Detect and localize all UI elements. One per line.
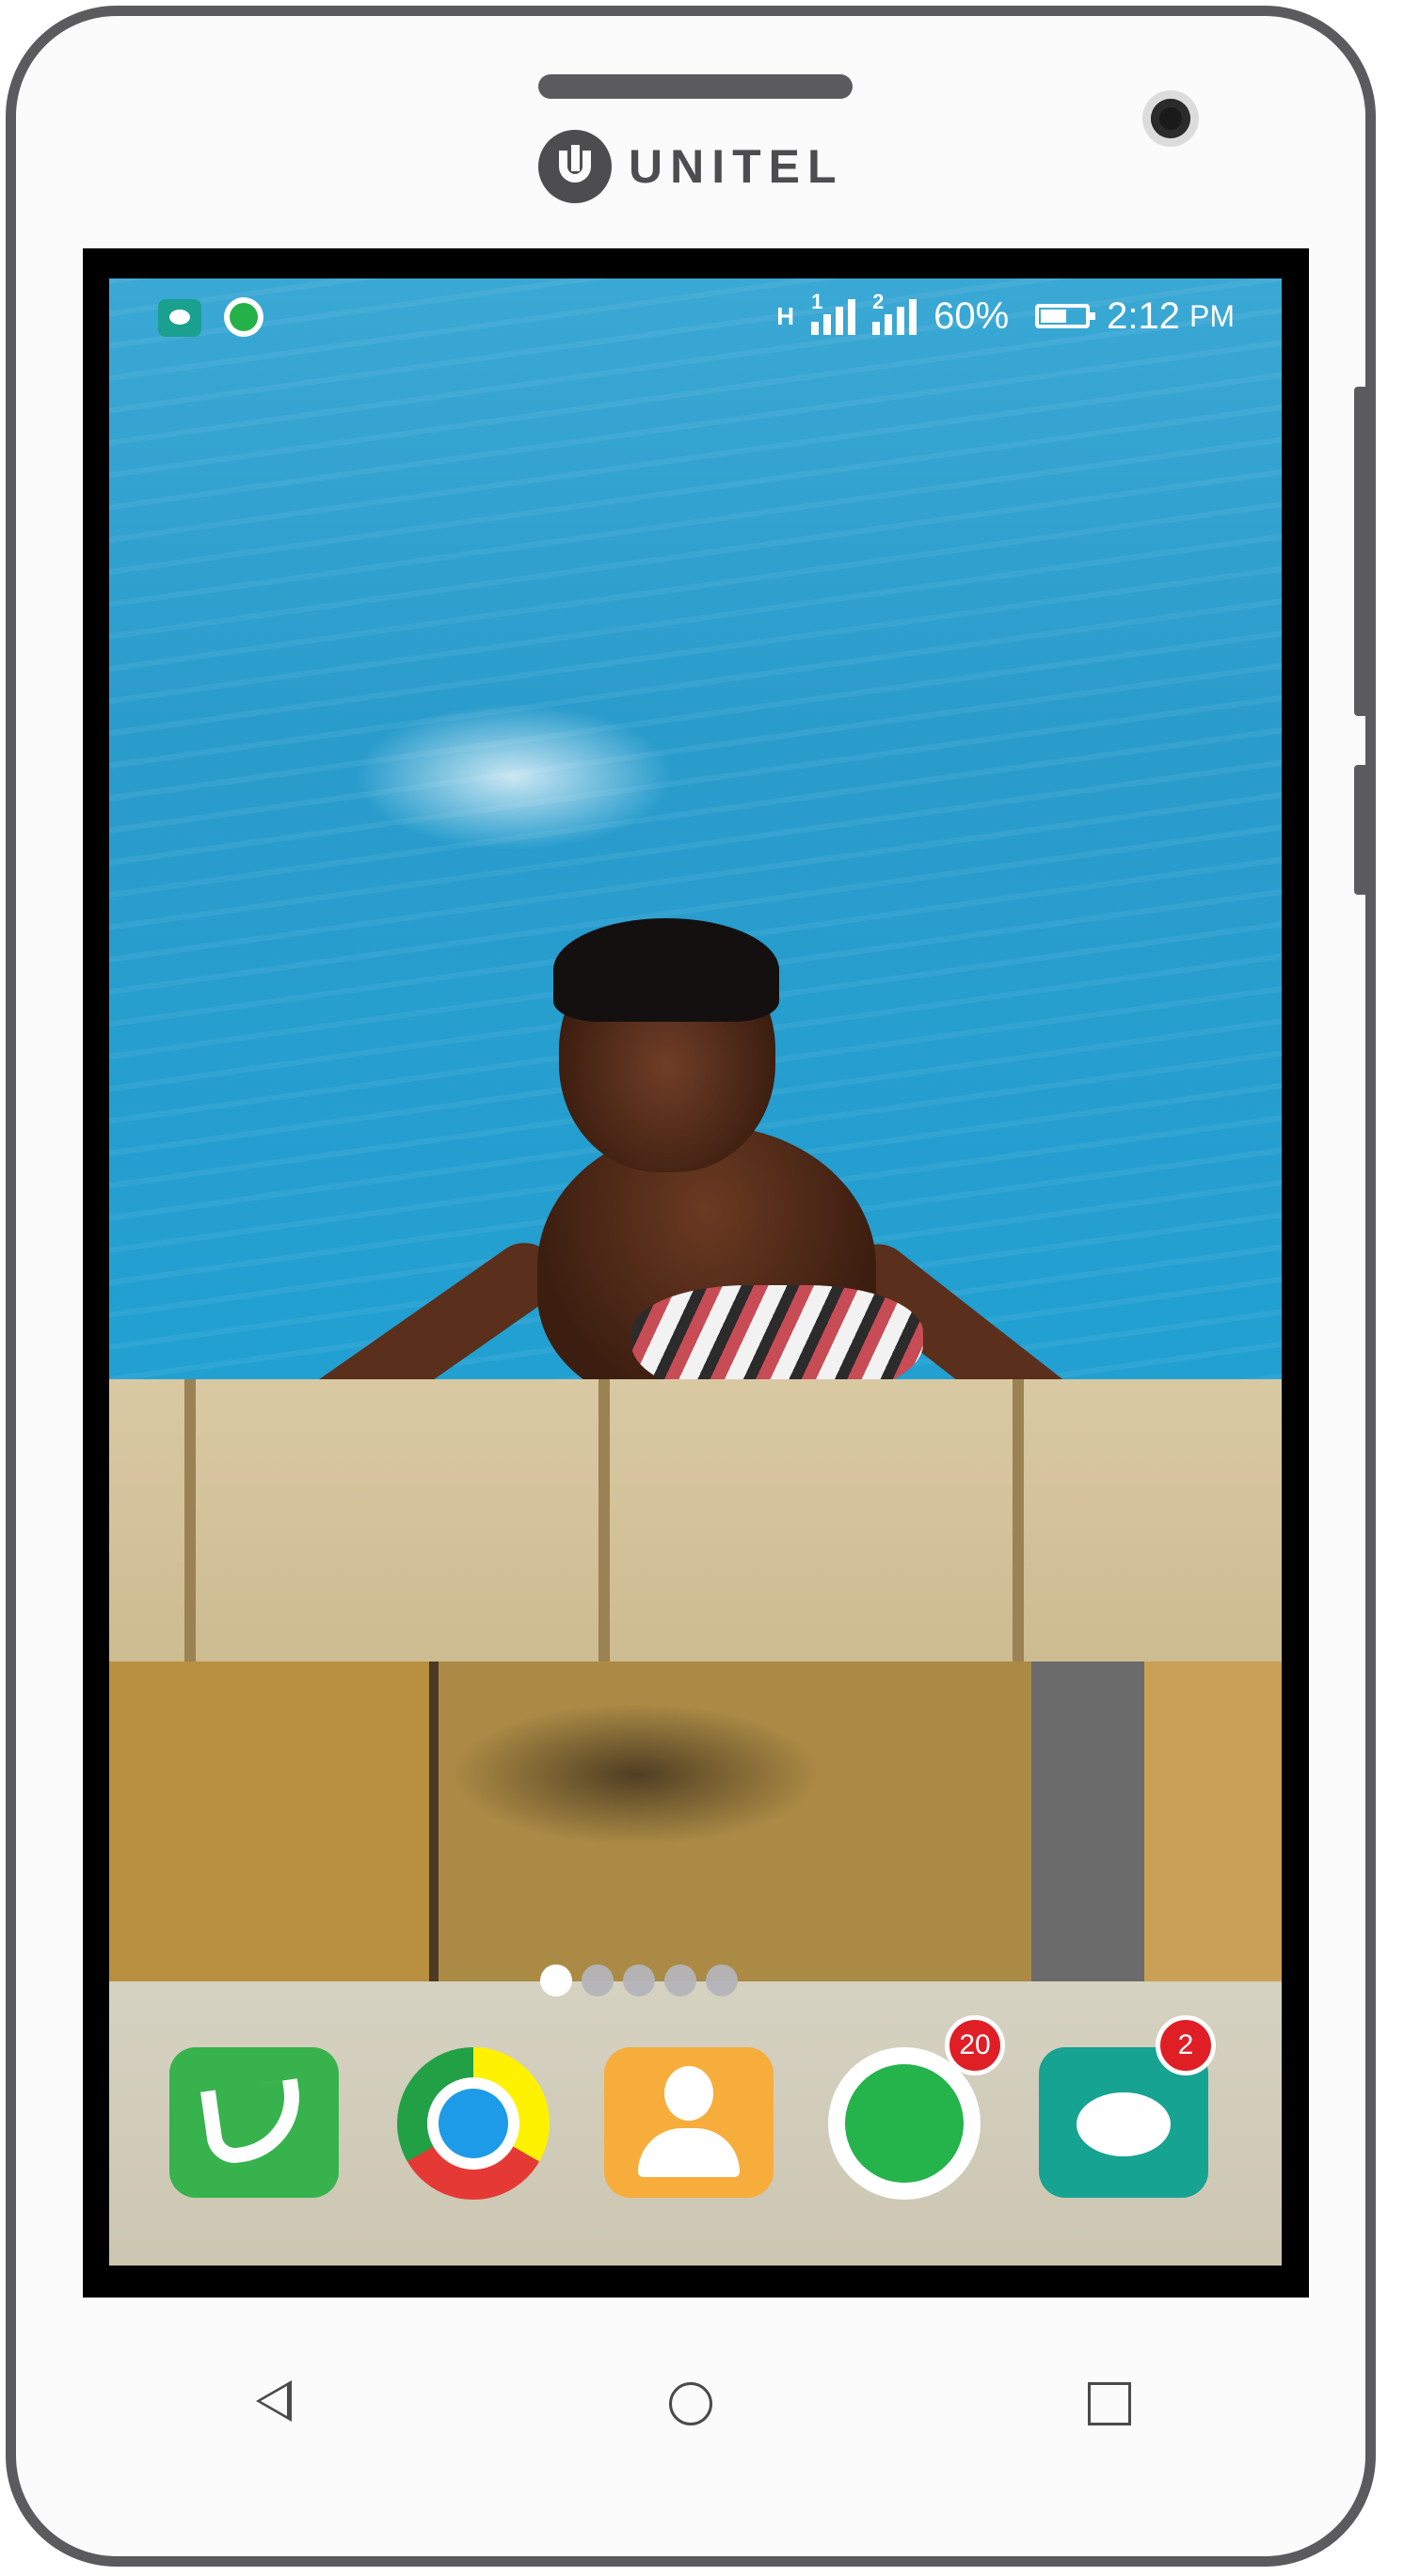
- wallpaper-swimmer-hair: [553, 918, 779, 1022]
- battery-fill: [1041, 310, 1066, 323]
- phone-icon: [169, 2047, 339, 2198]
- sim1-label: 1: [811, 290, 823, 313]
- status-bar[interactable]: H 1 2 60% 2:12 PM: [109, 278, 1282, 354]
- page-dot[interactable]: [664, 1964, 696, 1996]
- messages-unread-badge: 2: [1156, 2015, 1216, 2075]
- sim2-signal-icon: 2: [872, 290, 917, 335]
- wallpaper-pool-ledge: [109, 1379, 1282, 1662]
- phone-app-button[interactable]: [169, 2047, 339, 2198]
- home-icon[interactable]: [669, 2382, 712, 2425]
- status-indicators: H 1 2 60% 2:12 PM: [776, 290, 1235, 341]
- page-dot[interactable]: [706, 1964, 738, 1996]
- chrome-app-button[interactable]: [397, 2047, 566, 2200]
- power-button: [1354, 765, 1365, 895]
- battery-icon: [1035, 304, 1096, 328]
- earpiece-speaker: [538, 74, 853, 99]
- volume-button: [1354, 387, 1365, 716]
- network-type: H: [776, 301, 795, 330]
- home-screen: H 1 2 60% 2:12 PM 20 2: [109, 278, 1282, 2266]
- brand-name: UNITEL: [629, 140, 844, 193]
- sim1-signal-icon: 1: [811, 290, 856, 335]
- clock-time: 2:12: [1107, 294, 1180, 337]
- wallpaper-pool-deck: [109, 1662, 1282, 1981]
- contacts-icon: [604, 2047, 774, 2198]
- brand-mark-icon: [538, 130, 612, 203]
- app-dock: 20 2: [109, 2015, 1282, 2217]
- front-camera: [1142, 90, 1199, 147]
- back-icon[interactable]: [256, 2380, 292, 2422]
- page-dot[interactable]: [540, 1964, 572, 1996]
- message-notification-icon: [158, 299, 201, 337]
- battery-percent: 60%: [933, 294, 1010, 337]
- page-indicator[interactable]: [109, 1964, 1225, 1996]
- clock-ampm: PM: [1189, 298, 1235, 333]
- sim2-label: 2: [872, 290, 885, 313]
- brand-logo: UNITEL: [538, 130, 844, 203]
- contacts-app-button[interactable]: [604, 2047, 774, 2198]
- page-dot[interactable]: [582, 1964, 614, 1996]
- whatsapp-app-button[interactable]: 20: [828, 2015, 1005, 2200]
- page-dot[interactable]: [623, 1964, 655, 1996]
- whatsapp-notification-icon: [224, 297, 263, 337]
- messages-app-button[interactable]: 2: [1039, 2015, 1216, 2198]
- chrome-icon: [397, 2047, 550, 2200]
- recents-icon[interactable]: [1088, 2382, 1131, 2425]
- whatsapp-unread-badge: 20: [945, 2015, 1005, 2075]
